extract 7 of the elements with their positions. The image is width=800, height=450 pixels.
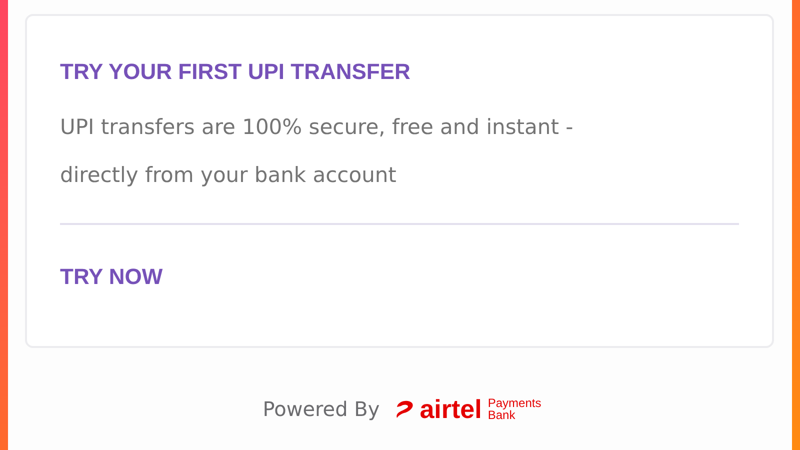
card-title: TRY YOUR FIRST UPI TRANSFER xyxy=(60,58,412,86)
brand-subtitle: Payments xyxy=(488,397,542,409)
card-description: UPI transfers are 100% secure, free and instant - directly from your bank account xyxy=(60,114,574,189)
try-now-link[interactable]: TRY NOW xyxy=(60,263,163,291)
brand-subtitle: Bank xyxy=(488,409,516,421)
brand-name: airtel xyxy=(420,396,482,422)
powered-by-text: Powered By xyxy=(262,396,380,423)
